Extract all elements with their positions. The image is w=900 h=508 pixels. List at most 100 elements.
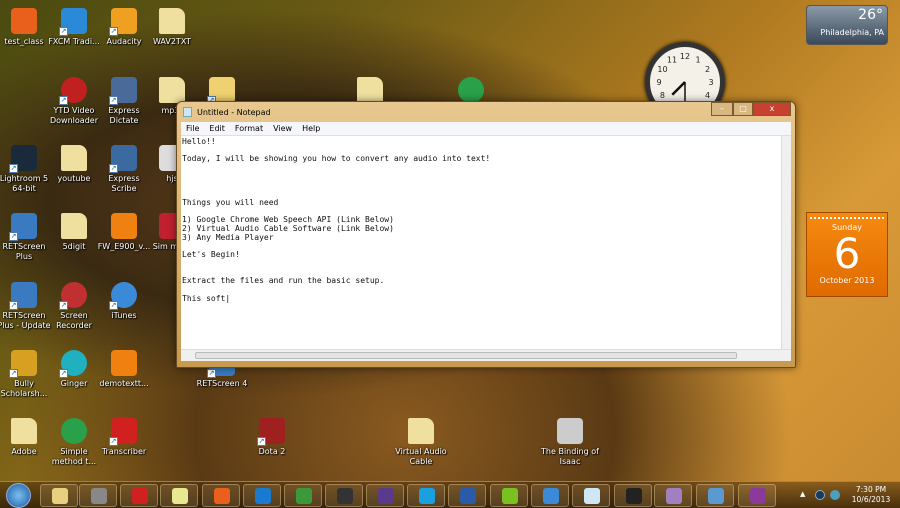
taskbar-button[interactable]: [738, 484, 776, 507]
firefox-icon: [214, 488, 230, 504]
taskbar-button[interactable]: [284, 484, 322, 507]
menu-edit[interactable]: Edit: [204, 124, 230, 133]
taskbar-button[interactable]: [202, 484, 240, 507]
shortcut-arrow-icon: ↗: [9, 369, 18, 378]
taskbar-button[interactable]: [407, 484, 445, 507]
explorer-icon: [52, 488, 68, 504]
taskbar-button[interactable]: [531, 484, 569, 507]
steam-icon: [626, 488, 642, 504]
desktop-icon[interactable]: WAV2TXT: [143, 8, 201, 47]
network-icon[interactable]: [830, 490, 840, 500]
horizontal-scrollbar[interactable]: [181, 349, 791, 361]
desktop-icon-label: WAV2TXT: [152, 37, 192, 46]
desktop-icon[interactable]: Virtual Audio Cable: [392, 418, 450, 467]
itunes-icon: [543, 488, 559, 504]
weather-gadget[interactable]: 26° Philadelphia, PA: [806, 5, 888, 45]
menu-help[interactable]: Help: [297, 124, 325, 133]
shortcut-arrow-icon: ↗: [59, 369, 68, 378]
close-button[interactable]: x: [753, 102, 791, 116]
start-orb-icon[interactable]: [6, 483, 31, 508]
teamviewer-icon: [255, 488, 271, 504]
notepad-icon: [183, 107, 192, 117]
retscreen-icon: ↗: [9, 213, 37, 241]
folder-icon: [11, 418, 37, 444]
express-dictate-icon: ↗: [109, 77, 137, 105]
notepad-window[interactable]: Untitled - Notepad – □ x File Edit Forma…: [176, 101, 796, 368]
google-drive-folder-icon: ↗: [207, 77, 235, 105]
taskbar-button[interactable]: [490, 484, 528, 507]
document-text[interactable]: Hello!! Today, I will be showing you how…: [182, 138, 779, 349]
maximize-button[interactable]: □: [733, 102, 753, 116]
desktop-icon[interactable]: ↗ Dota 2: [243, 418, 301, 457]
shortcut-arrow-icon: ↗: [207, 369, 216, 378]
shortcut-arrow-icon: ↗: [59, 301, 68, 310]
desktop-icon[interactable]: The Binding of Isaac: [541, 418, 599, 467]
control-panel-icon: [708, 488, 724, 504]
clock-number: 10: [657, 65, 667, 74]
taskbar-button[interactable]: [160, 484, 198, 507]
clock-number: 9: [656, 78, 661, 87]
shortcut-arrow-icon: ↗: [109, 164, 118, 173]
bully-icon: ↗: [9, 350, 37, 378]
taskbar-button[interactable]: [448, 484, 486, 507]
calendar-month-year: October 2013: [819, 276, 875, 285]
clock-number: 3: [708, 78, 713, 87]
skype-icon: [419, 488, 435, 504]
taskbar-button[interactable]: [654, 484, 692, 507]
folder-icon: [61, 213, 87, 239]
text-area[interactable]: Hello!! Today, I will be showing you how…: [181, 136, 791, 361]
shortcut-arrow-icon: ↗: [59, 27, 68, 36]
shortcut-arrow-icon: ↗: [257, 437, 266, 446]
taskbar-button[interactable]: [325, 484, 363, 507]
taskbar-button[interactable]: [120, 484, 158, 507]
calendar-gadget[interactable]: Sunday 6 October 2013: [806, 212, 888, 297]
folder-icon: [357, 77, 383, 103]
transcriber-icon: ↗: [109, 418, 137, 446]
clock-number: 4: [705, 91, 710, 100]
spotify-icon: [502, 488, 518, 504]
menu-view[interactable]: View: [268, 124, 297, 133]
taskbar-button[interactable]: [366, 484, 404, 507]
title-bar[interactable]: Untitled - Notepad: [177, 102, 795, 122]
window-title: Untitled - Notepad: [197, 107, 271, 117]
folder-icon: [159, 8, 185, 34]
desktop-icon[interactable]: ↗ iTunes: [95, 282, 153, 321]
time: 7:30 PM: [855, 485, 887, 494]
utorrent-icon: [61, 418, 87, 444]
sticky-notes-icon: [172, 488, 188, 504]
menu-format[interactable]: Format: [230, 124, 268, 133]
show-hidden-icons-button[interactable]: ▲: [800, 490, 805, 498]
weather-temperature: 26°: [858, 7, 883, 23]
screen-recorder-icon: ↗: [59, 282, 87, 310]
menu-file[interactable]: File: [181, 124, 204, 133]
clock-number: 11: [667, 55, 677, 64]
tray-app-icon[interactable]: [815, 490, 825, 500]
fxcm-icon: ↗: [59, 8, 87, 36]
menu-bar: File Edit Format View Help: [181, 122, 791, 136]
calendar-day: 6: [833, 229, 861, 278]
chrome-icon: [296, 488, 312, 504]
word-icon: [460, 488, 476, 504]
desktop-icon-label: Virtual Audio Cable: [395, 447, 447, 466]
taskbar-button[interactable]: [79, 484, 117, 507]
system-clock[interactable]: 7:30 PM 10/6/2013: [850, 485, 892, 505]
isaac-icon: [557, 418, 583, 444]
desktop-icon[interactable]: ↗ Transcriber: [95, 418, 153, 457]
desktop-icon[interactable]: demotextt...: [95, 350, 153, 389]
taskbar-button[interactable]: [614, 484, 652, 507]
hour-hand: [671, 81, 686, 96]
taskbar-button[interactable]: [696, 484, 734, 507]
taskbar: ▲ 7:30 PM 10/6/2013: [0, 481, 900, 508]
shortcut-arrow-icon: ↗: [9, 232, 18, 241]
taskbar-button[interactable]: [40, 484, 78, 507]
shortcut-arrow-icon: ↗: [109, 437, 118, 446]
minimize-button[interactable]: –: [711, 102, 733, 116]
taskbar-button[interactable]: [572, 484, 610, 507]
notepad-icon: [584, 488, 600, 504]
taskbar-button[interactable]: [243, 484, 281, 507]
media-center-icon: [91, 488, 107, 504]
vertical-scrollbar[interactable]: [781, 136, 791, 349]
ginger-icon: ↗: [59, 350, 87, 378]
weather-location: Philadelphia, PA: [820, 28, 884, 37]
scroll-thumb[interactable]: [195, 352, 737, 359]
